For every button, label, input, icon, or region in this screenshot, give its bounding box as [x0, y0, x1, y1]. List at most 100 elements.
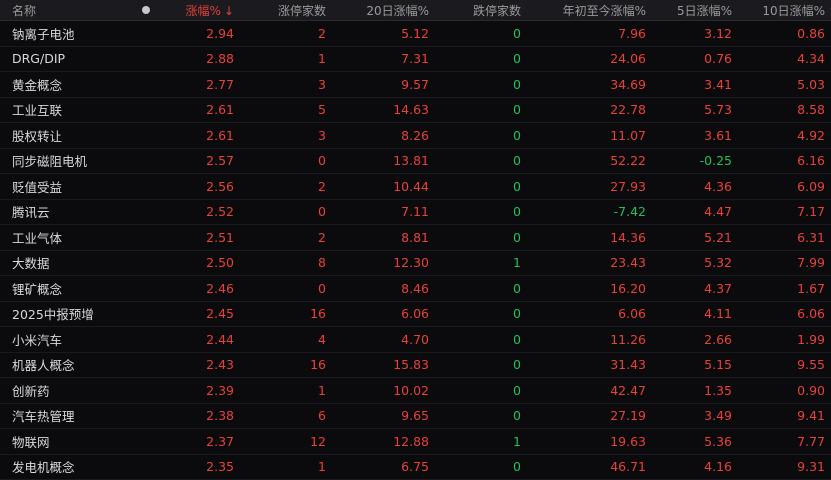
column-header-marker[interactable]	[135, 6, 157, 14]
column-header-change-10d[interactable]: 10日涨幅%	[738, 2, 831, 19]
sector-name: 贬值受益	[0, 177, 135, 196]
limit-down-cell: 0	[435, 51, 527, 66]
change-cell: 2.94	[157, 26, 240, 41]
change-cell: 2.37	[157, 434, 240, 449]
change-cell: 2.39	[157, 383, 240, 398]
sector-name: 同步磁阻电机	[0, 151, 135, 170]
table-header: 名称 涨幅%↓ 涨停家数 20日涨幅% 跌停家数 年初至今涨幅% 5日涨幅% 1…	[0, 0, 831, 21]
change-10d-cell: 7.77	[738, 434, 831, 449]
change-5d-cell: 5.36	[652, 434, 738, 449]
change-cell: 2.50	[157, 255, 240, 270]
table-row[interactable]: 小米汽车2.4444.70011.262.661.99	[0, 327, 831, 353]
ytd-cell: 23.43	[527, 255, 652, 270]
table-row[interactable]: 机器人概念2.431615.83031.435.159.55	[0, 353, 831, 379]
table-row[interactable]: 同步磁阻电机2.57013.81052.22-0.256.16	[0, 149, 831, 175]
change-cell: 2.44	[157, 332, 240, 347]
table-row[interactable]: 黄金概念2.7739.57034.693.415.03	[0, 72, 831, 98]
table-row[interactable]: 工业互联2.61514.63022.785.738.58	[0, 98, 831, 124]
table-row[interactable]: 大数据2.50812.30123.435.327.99	[0, 251, 831, 277]
column-header-limit-down[interactable]: 跌停家数	[435, 2, 527, 19]
column-header-change[interactable]: 涨幅%↓	[157, 2, 240, 19]
limit-down-cell: 0	[435, 306, 527, 321]
ytd-cell: 7.96	[527, 26, 652, 41]
sector-name: 发电机概念	[0, 457, 135, 476]
limit-down-cell: 1	[435, 434, 527, 449]
change-20d-cell: 8.26	[332, 128, 435, 143]
sector-name: 锂矿概念	[0, 279, 135, 298]
change-10d-cell: 1.99	[738, 332, 831, 347]
sector-name: 汽车热管理	[0, 406, 135, 425]
limit-down-cell: 0	[435, 281, 527, 296]
limit-up-cell: 1	[240, 459, 332, 474]
column-header-change-5d[interactable]: 5日涨幅%	[652, 2, 738, 19]
ytd-cell: 11.07	[527, 128, 652, 143]
change-20d-cell: 13.81	[332, 153, 435, 168]
table-body: 钠离子电池2.9425.1207.963.120.86DRG/DIP2.8817…	[0, 21, 831, 480]
ytd-cell: 22.78	[527, 102, 652, 117]
limit-down-cell: 0	[435, 26, 527, 41]
change-5d-cell: 3.49	[652, 408, 738, 423]
table-row[interactable]: 腾讯云2.5207.110-7.424.477.17	[0, 200, 831, 226]
change-10d-cell: 0.86	[738, 26, 831, 41]
change-5d-cell: 3.41	[652, 77, 738, 92]
table-row[interactable]: DRG/DIP2.8817.31024.060.764.34	[0, 47, 831, 73]
limit-down-cell: 0	[435, 408, 527, 423]
change-cell: 2.56	[157, 179, 240, 194]
limit-up-cell: 2	[240, 26, 332, 41]
change-5d-cell: 5.15	[652, 357, 738, 372]
change-10d-cell: 7.17	[738, 204, 831, 219]
change-10d-cell: 9.41	[738, 408, 831, 423]
table-row[interactable]: 钠离子电池2.9425.1207.963.120.86	[0, 21, 831, 47]
sector-name: 股权转让	[0, 126, 135, 145]
ytd-cell: 24.06	[527, 51, 652, 66]
column-header-ytd[interactable]: 年初至今涨幅%	[527, 2, 652, 19]
change-20d-cell: 5.12	[332, 26, 435, 41]
ytd-cell: 52.22	[527, 153, 652, 168]
column-header-change-20d[interactable]: 20日涨幅%	[332, 2, 435, 19]
column-header-limit-up[interactable]: 涨停家数	[240, 2, 332, 19]
limit-down-cell: 0	[435, 204, 527, 219]
change-10d-cell: 6.09	[738, 179, 831, 194]
change-cell: 2.52	[157, 204, 240, 219]
change-20d-cell: 4.70	[332, 332, 435, 347]
change-cell: 2.61	[157, 128, 240, 143]
limit-down-cell: 0	[435, 383, 527, 398]
table-row[interactable]: 创新药2.39110.02042.471.350.90	[0, 378, 831, 404]
change-20d-cell: 8.46	[332, 281, 435, 296]
change-cell: 2.43	[157, 357, 240, 372]
ytd-cell: 46.71	[527, 459, 652, 474]
change-20d-cell: 12.88	[332, 434, 435, 449]
change-5d-cell: 4.16	[652, 459, 738, 474]
table-row[interactable]: 股权转让2.6138.26011.073.614.92	[0, 123, 831, 149]
change-5d-cell: 0.76	[652, 51, 738, 66]
table-row[interactable]: 贬值受益2.56210.44027.934.366.09	[0, 174, 831, 200]
limit-up-cell: 3	[240, 77, 332, 92]
limit-up-cell: 1	[240, 51, 332, 66]
limit-up-cell: 5	[240, 102, 332, 117]
change-cell: 2.77	[157, 77, 240, 92]
table-row[interactable]: 发电机概念2.3516.75046.714.169.31	[0, 455, 831, 480]
column-header-name[interactable]: 名称	[0, 2, 135, 19]
change-10d-cell: 9.31	[738, 459, 831, 474]
limit-up-cell: 6	[240, 408, 332, 423]
table-row[interactable]: 2025中报预增2.45166.0606.064.116.06	[0, 302, 831, 328]
limit-down-cell: 0	[435, 230, 527, 245]
change-20d-cell: 7.11	[332, 204, 435, 219]
circle-dot-icon[interactable]	[142, 6, 150, 14]
limit-down-cell: 0	[435, 179, 527, 194]
change-cell: 2.51	[157, 230, 240, 245]
limit-down-cell: 0	[435, 153, 527, 168]
change-10d-cell: 9.55	[738, 357, 831, 372]
sector-name: 物联网	[0, 432, 135, 451]
table-row[interactable]: 物联网2.371212.88119.635.367.77	[0, 429, 831, 455]
sector-name: 2025中报预增	[0, 304, 135, 323]
limit-up-cell: 12	[240, 434, 332, 449]
table-row[interactable]: 锂矿概念2.4608.46016.204.371.67	[0, 276, 831, 302]
change-20d-cell: 9.57	[332, 77, 435, 92]
change-10d-cell: 6.16	[738, 153, 831, 168]
change-5d-cell: 5.73	[652, 102, 738, 117]
table-row[interactable]: 工业气体2.5128.81014.365.216.31	[0, 225, 831, 251]
change-cell: 2.61	[157, 102, 240, 117]
limit-down-cell: 1	[435, 255, 527, 270]
table-row[interactable]: 汽车热管理2.3869.65027.193.499.41	[0, 404, 831, 430]
